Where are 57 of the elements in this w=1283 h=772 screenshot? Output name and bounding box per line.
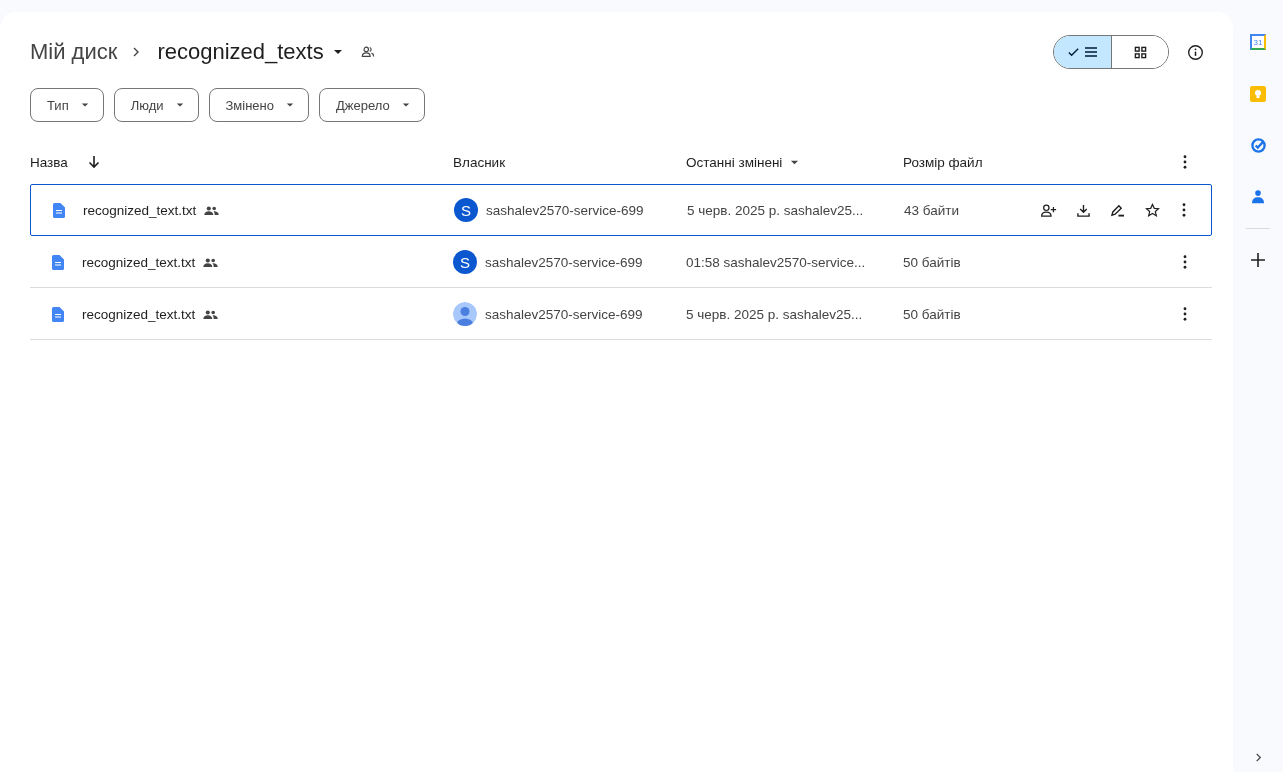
star-icon[interactable]	[1145, 202, 1160, 218]
grid-view-button[interactable]	[1111, 36, 1168, 68]
grid-icon	[1133, 45, 1147, 59]
more-options-icon[interactable]	[1182, 203, 1186, 217]
file-row[interactable]: recognized_text.txt S sashalev2570-service-699 01:58 sashalev2570-service... 50 байтів	[30, 236, 1212, 288]
check-icon	[1067, 45, 1080, 59]
modified-date: 5 черв. 2025 р. sashalev25...	[687, 202, 864, 218]
calendar-app-icon[interactable]: 31	[1250, 34, 1266, 50]
file-row[interactable]: recognized_text.txt S sashalev2570-service-699 5 черв. 2025 р. sashalev25... 43 байти	[30, 184, 1212, 236]
filter-chip[interactable]: Джерело	[319, 88, 425, 122]
filter-chip[interactable]: Змінено	[208, 88, 309, 122]
file-row[interactable]: recognized_text.txt sashalev2570-service-699 5 черв. 2025 р. sashalev25... 50 байтів	[30, 288, 1212, 340]
contacts-app-icon[interactable]	[1252, 189, 1264, 204]
caret-icon	[286, 101, 294, 109]
column-header[interactable]: Останні змінені	[686, 154, 783, 170]
sort-arrow-icon[interactable]	[87, 155, 100, 169]
folder-menu-button[interactable]: recognized_texts	[157, 39, 343, 65]
avatar	[453, 302, 477, 326]
avatar: S	[453, 250, 477, 274]
column-header[interactable]: Розмір файл	[903, 154, 983, 170]
file-size: 50 байтів	[903, 254, 961, 270]
info-icon[interactable]	[1187, 43, 1204, 61]
shared-folder-icon	[360, 45, 375, 59]
download-icon[interactable]	[1077, 203, 1090, 217]
modified-date: 5 черв. 2025 р. sashalev25...	[686, 306, 863, 322]
share-icon[interactable]	[1041, 203, 1057, 217]
pencil-icon[interactable]	[1110, 203, 1125, 217]
file-size: 50 байтів	[903, 306, 961, 322]
caret-icon	[80, 101, 89, 109]
file-name: recognized_text.txt	[82, 254, 196, 270]
filter-chip[interactable]: Тип	[30, 88, 104, 122]
tasks-app-icon[interactable]	[1250, 138, 1266, 153]
avatar: S	[454, 198, 478, 222]
more-options-icon[interactable]	[1183, 255, 1187, 269]
caret-icon	[332, 47, 343, 57]
owner-name: sashalev2570-service-699	[485, 306, 643, 322]
owner-name: sashalev2570-service-699	[486, 202, 644, 218]
caret-icon	[401, 101, 410, 109]
document-icon	[52, 254, 64, 270]
breadcrumb-link[interactable]: Мій диск	[30, 39, 118, 65]
column-header[interactable]: Власник	[453, 154, 506, 170]
file-size: 43 байти	[904, 202, 959, 218]
expand-icon[interactable]	[1253, 753, 1263, 762]
file-name: recognized_text.txt	[83, 202, 197, 218]
filter-chip[interactable]: Люди	[113, 88, 199, 122]
modified-date: 01:58 sashalev2570-service...	[686, 254, 866, 270]
document-icon	[52, 306, 64, 322]
file-name: recognized_text.txt	[82, 306, 196, 322]
owner-name: sashalev2570-service-699	[485, 254, 643, 270]
column-header[interactable]: Назва	[30, 154, 68, 170]
add-icon[interactable]	[1251, 253, 1265, 267]
more-options-icon[interactable]	[1183, 307, 1187, 321]
list-view-button[interactable]	[1054, 36, 1111, 68]
document-icon	[53, 202, 65, 218]
caret-icon	[175, 101, 184, 109]
more-options-icon[interactable]	[1183, 155, 1187, 169]
list-icon	[1084, 45, 1098, 59]
